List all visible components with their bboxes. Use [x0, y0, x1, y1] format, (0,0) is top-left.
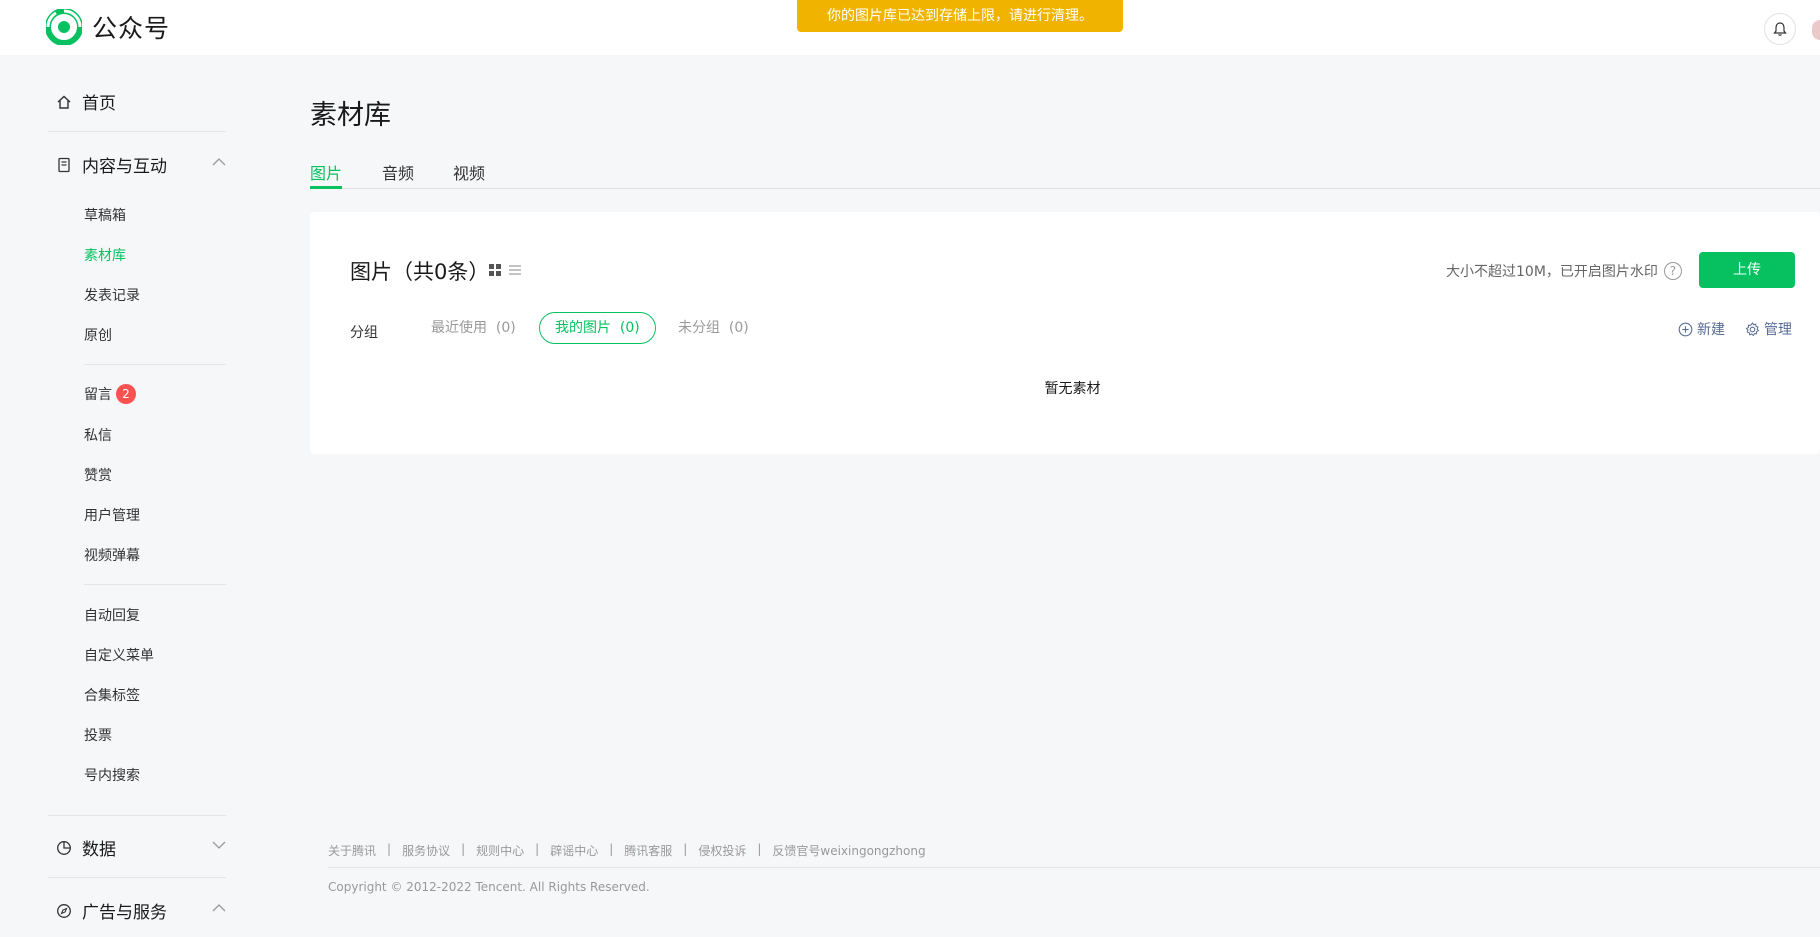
- sidebar-item-publish-records[interactable]: 发表记录: [84, 285, 140, 305]
- home-icon: [57, 95, 71, 109]
- chevron-up-icon[interactable]: [212, 903, 226, 913]
- help-icon[interactable]: ?: [1663, 262, 1682, 280]
- wechat-oa-logo-icon: [46, 9, 82, 45]
- storage-limit-notice: 你的图片库已达到存储上限，请进行清理。: [797, 0, 1123, 32]
- footer-link[interactable]: 反馈官号weixingongzhong: [772, 842, 925, 859]
- footer-link[interactable]: 服务协议: [402, 842, 450, 859]
- group-my-images[interactable]: 我的图片 (0): [539, 312, 656, 344]
- sidebar-divider: [84, 364, 226, 365]
- sidebar-divider: [48, 131, 226, 132]
- group-label: 分组: [350, 325, 378, 341]
- top-bar: 公众号 你的图片库已达到存储上限，请进行清理。: [0, 0, 1820, 55]
- sidebar-item-auto-reply[interactable]: 自动回复: [84, 605, 140, 625]
- sidebar-item-custom-menu[interactable]: 自定义菜单: [84, 645, 154, 665]
- sidebar-item-drafts[interactable]: 草稿箱: [84, 205, 126, 225]
- copyright: Copyright © 2012-2022 Tencent. All Right…: [328, 880, 650, 894]
- footer-link[interactable]: 规则中心: [476, 842, 524, 859]
- document-icon: [58, 157, 70, 172]
- chevron-down-icon[interactable]: [212, 840, 226, 850]
- sidebar-item-users[interactable]: 用户管理: [84, 505, 140, 525]
- sidebar-section-ads[interactable]: 广告与服务: [56, 898, 226, 923]
- pie-chart-icon: [57, 840, 71, 855]
- page-title: 素材库: [310, 100, 391, 131]
- sidebar-section-content[interactable]: 内容与互动: [56, 152, 226, 177]
- sidebar-item-original[interactable]: 原创: [84, 325, 112, 345]
- grid-view-icon[interactable]: [488, 263, 502, 277]
- sidebar-divider: [84, 584, 226, 585]
- footer-separator: |: [461, 842, 466, 856]
- group-name: 未分组: [678, 320, 720, 336]
- footer-separator: |: [757, 842, 762, 856]
- upload-button[interactable]: 上传: [1699, 252, 1795, 288]
- group-count: (0): [495, 320, 516, 336]
- group-count: (0): [619, 320, 640, 336]
- chevron-up-icon[interactable]: [212, 157, 226, 167]
- sidebar-section-label: 数据: [82, 840, 116, 860]
- list-view-icon[interactable]: [508, 263, 522, 277]
- sidebar-section-label: 内容与互动: [82, 157, 167, 177]
- upload-tip-text: 大小不超过10M，已开启图片水印: [1446, 264, 1658, 280]
- sidebar-item-home[interactable]: 首页: [56, 89, 226, 114]
- material-tabs: 图片 音频 视频: [310, 160, 1820, 189]
- group-count: (0): [728, 320, 749, 336]
- new-group-label: 新建: [1697, 322, 1725, 338]
- manage-label: 管理: [1764, 322, 1792, 338]
- tab-images[interactable]: 图片: [310, 160, 343, 189]
- tab-audio[interactable]: 音频: [382, 160, 414, 189]
- footer-separator: |: [683, 842, 688, 856]
- sidebar-item-label: 留言: [84, 387, 112, 403]
- footer-links: 关于腾讯 | 服务协议 | 规则中心 | 辟谣中心 | 腾讯客服 | 侵权投诉 | 反馈官号…: [328, 842, 926, 859]
- gear-icon: [1745, 321, 1760, 336]
- notifications-button[interactable]: [1764, 13, 1796, 45]
- footer-link[interactable]: 腾讯客服: [624, 842, 672, 859]
- footer-link[interactable]: 关于腾讯: [328, 842, 376, 859]
- app-name: 公众号: [92, 14, 171, 43]
- new-group-button[interactable]: 新建: [1678, 319, 1725, 339]
- app-logo[interactable]: 公众号: [46, 9, 170, 45]
- footer-separator: |: [609, 842, 614, 856]
- footer-link[interactable]: 侵权投诉: [698, 842, 746, 859]
- footer-separator: |: [387, 842, 392, 856]
- group-name: 最近使用: [431, 320, 487, 336]
- sidebar-section-data[interactable]: 数据: [56, 835, 226, 860]
- sidebar-divider: [48, 877, 226, 878]
- sidebar-item-danmaku[interactable]: 视频弹幕: [84, 545, 140, 565]
- sidebar-item-label: 首页: [82, 94, 116, 114]
- sidebar-item-comments[interactable]: 留言 2: [84, 384, 136, 404]
- manage-groups-button[interactable]: 管理: [1745, 319, 1792, 339]
- avatar[interactable]: [1812, 20, 1820, 40]
- sidebar-item-rewards[interactable]: 赞赏: [84, 465, 112, 485]
- card-title: 图片（共0条）: [350, 260, 490, 284]
- group-recent[interactable]: 最近使用 (0): [431, 312, 516, 344]
- group-name: 我的图片: [555, 320, 611, 336]
- sidebar-item-vote[interactable]: 投票: [84, 725, 112, 745]
- empty-state: 暂无素材: [1044, 381, 1101, 397]
- footer-separator: |: [535, 842, 540, 856]
- sidebar-section-label: 广告与服务: [82, 903, 167, 923]
- sidebar-item-collection-tags[interactable]: 合集标签: [84, 685, 140, 705]
- footer-link[interactable]: 辟谣中心: [550, 842, 598, 859]
- group-ungrouped[interactable]: 未分组 (0): [678, 312, 749, 344]
- sidebar-item-search[interactable]: 号内搜索: [84, 765, 140, 785]
- upload-tip: 大小不超过10M，已开启图片水印 ?: [1446, 261, 1682, 281]
- bell-icon: [1773, 22, 1787, 36]
- footer-divider: [328, 867, 1820, 868]
- sidebar-divider: [48, 815, 226, 816]
- compass-icon: [57, 903, 71, 918]
- tab-video[interactable]: 视频: [453, 160, 485, 189]
- material-card: 图片（共0条） 大小不超过10M，已开启图片水印 ? 上传 分组 最近使用 (0…: [310, 212, 1820, 454]
- comments-badge: 2: [116, 384, 136, 404]
- plus-circle-icon: [1678, 322, 1693, 336]
- sidebar-item-materials[interactable]: 素材库: [84, 245, 126, 265]
- sidebar-item-messages[interactable]: 私信: [84, 425, 112, 445]
